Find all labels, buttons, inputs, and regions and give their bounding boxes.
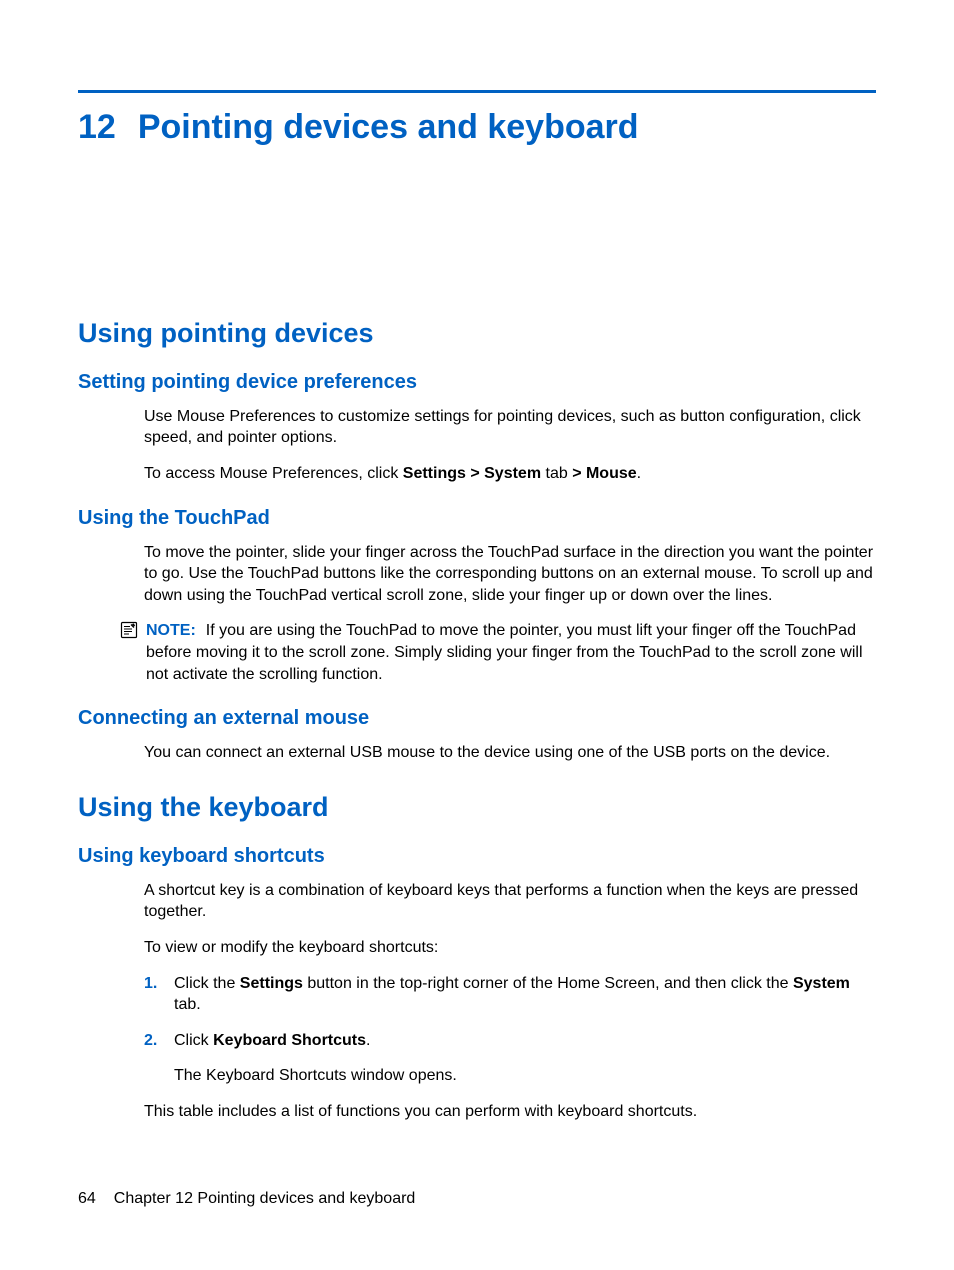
document-page: 12 Pointing devices and keyboard Using po… xyxy=(0,0,954,1270)
subsection-using-touchpad: Using the TouchPad xyxy=(78,507,876,530)
text-run: Click xyxy=(174,1032,213,1049)
text-run: button in the top-right corner of the Ho… xyxy=(303,975,793,992)
page-number: 64 xyxy=(78,1190,96,1207)
note-label: NOTE: xyxy=(146,622,196,639)
subsection-setting-prefs: Setting pointing device preferences xyxy=(78,371,876,394)
paragraph: A shortcut key is a combination of keybo… xyxy=(144,880,876,923)
paragraph: To access Mouse Preferences, click Setti… xyxy=(144,463,876,485)
page-footer: 64 Chapter 12 Pointing devices and keyboa… xyxy=(78,1190,415,1208)
bold-text: Settings > System xyxy=(403,465,541,482)
text-run: tab xyxy=(541,465,572,482)
note-block: NOTE:If you are using the TouchPad to mo… xyxy=(120,620,876,685)
bold-text: Settings xyxy=(240,975,303,992)
paragraph: This table includes a list of functions … xyxy=(144,1101,876,1123)
section-using-pointing-devices: Using pointing devices xyxy=(78,318,876,349)
chapter-title: 12 Pointing devices and keyboard xyxy=(78,107,876,148)
ordered-steps: 1. Click the Settings button in the top-… xyxy=(144,973,876,1052)
subsection-keyboard-shortcuts: Using keyboard shortcuts xyxy=(78,845,876,868)
text-run: Click the xyxy=(174,975,240,992)
step-subtext: The Keyboard Shortcuts window opens. xyxy=(174,1065,876,1087)
text-run: tab. xyxy=(174,996,201,1013)
list-item: 2. Click Keyboard Shortcuts. xyxy=(144,1030,876,1052)
bold-text: Keyboard Shortcuts xyxy=(213,1032,366,1049)
paragraph: To move the pointer, slide your finger a… xyxy=(144,542,876,607)
list-item: 1. Click the Settings button in the top-… xyxy=(144,973,876,1016)
bold-text: System xyxy=(793,975,850,992)
step-number: 1. xyxy=(144,973,174,995)
chapter-rule xyxy=(78,90,876,93)
paragraph: To view or modify the keyboard shortcuts… xyxy=(144,937,876,959)
chapter-number: 12 xyxy=(78,107,116,148)
note-text: NOTE:If you are using the TouchPad to mo… xyxy=(146,620,876,685)
footer-label: Chapter 12 Pointing devices and keyboard xyxy=(114,1190,416,1207)
subsection-external-mouse: Connecting an external mouse xyxy=(78,707,876,730)
text-run: To access Mouse Preferences, click xyxy=(144,465,403,482)
step-body: Click the Settings button in the top-rig… xyxy=(174,973,876,1016)
chapter-title-text: Pointing devices and keyboard xyxy=(138,108,639,146)
paragraph: Use Mouse Preferences to customize setti… xyxy=(144,406,876,449)
text-run: . xyxy=(637,465,641,482)
step-body: Click Keyboard Shortcuts. xyxy=(174,1030,876,1052)
note-icon xyxy=(120,621,142,644)
note-body: If you are using the TouchPad to move th… xyxy=(146,622,863,682)
step-number: 2. xyxy=(144,1030,174,1052)
paragraph: You can connect an external USB mouse to… xyxy=(144,742,876,764)
text-run: . xyxy=(366,1032,370,1049)
bold-text: > Mouse xyxy=(572,465,636,482)
section-using-keyboard: Using the keyboard xyxy=(78,792,876,823)
